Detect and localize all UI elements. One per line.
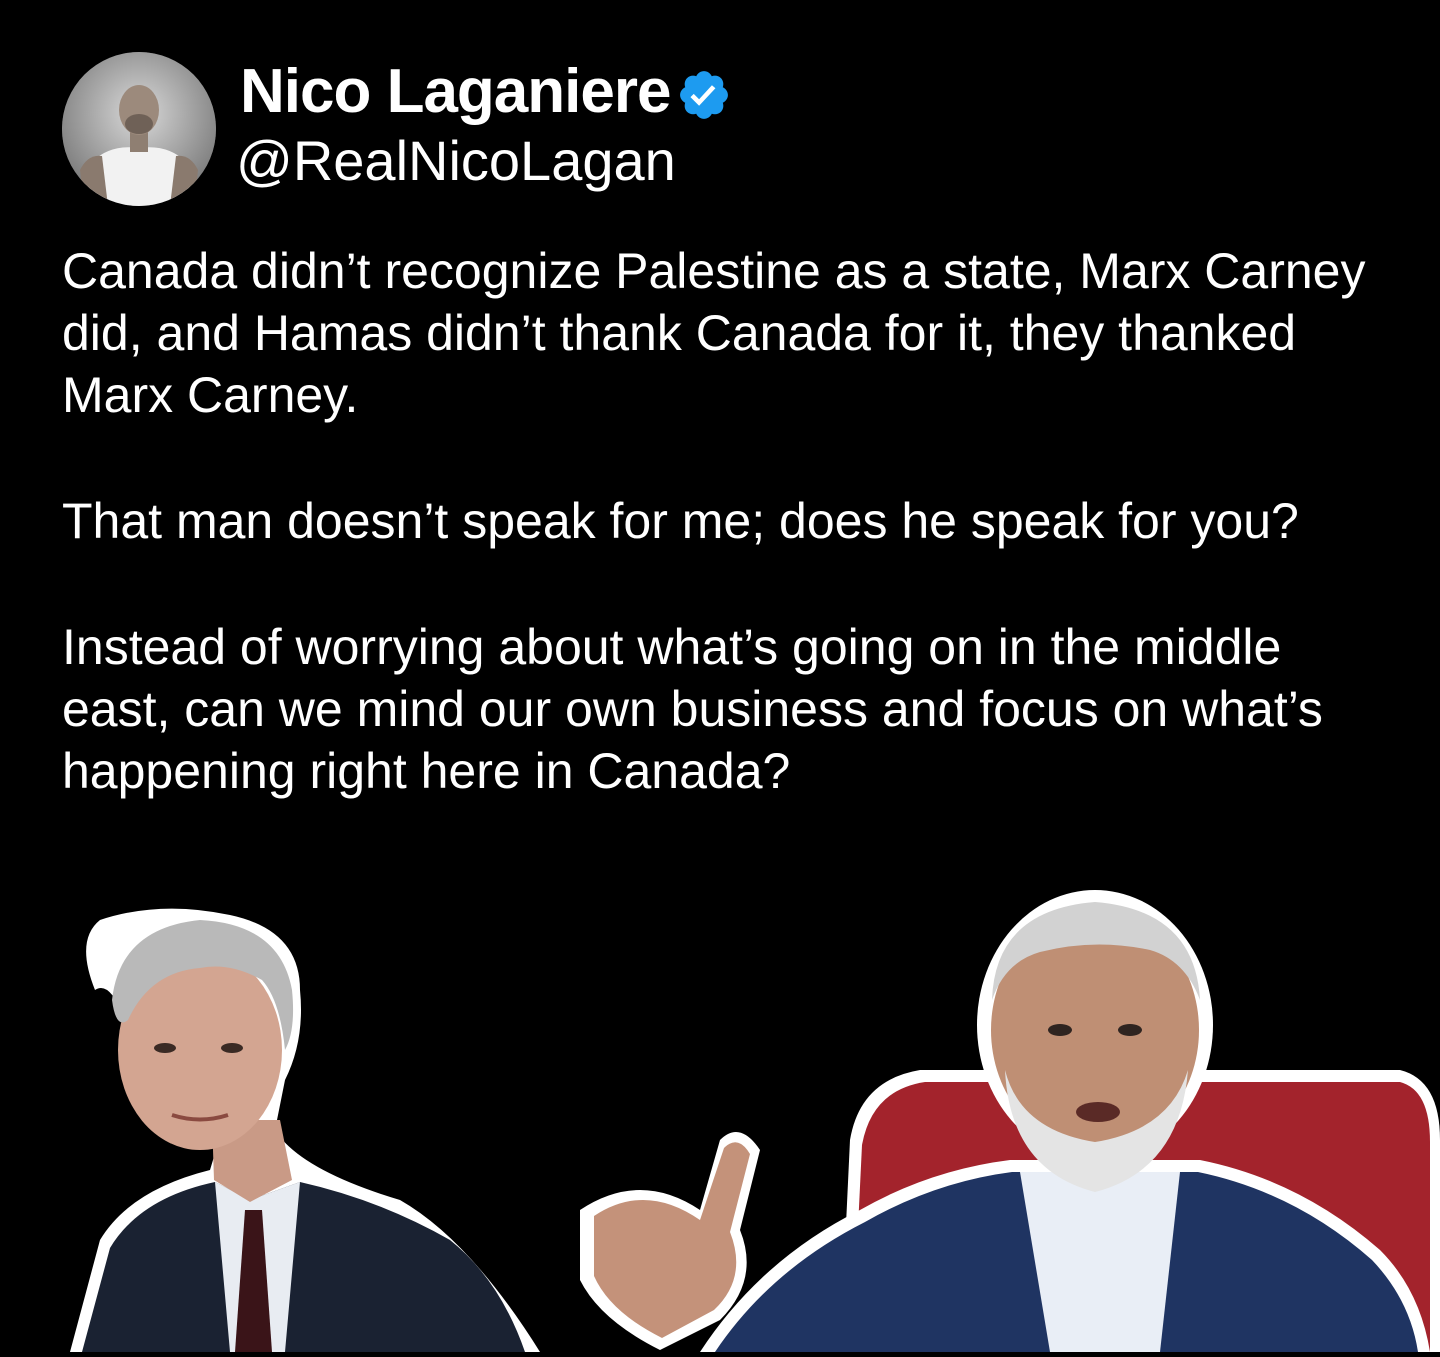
- tweet-paragraph-1: Canada didn’t recognize Palestine as a s…: [62, 243, 1366, 423]
- display-name-row: Nico Laganiere: [240, 56, 732, 128]
- media-image: [70, 890, 1440, 1352]
- avatar-photo: [62, 52, 216, 206]
- tweet-paragraph-2: That man doesn’t speak for me; does he s…: [62, 493, 1299, 549]
- tweet-paragraph-3: Instead of worrying about what’s going o…: [62, 619, 1323, 799]
- attached-photo[interactable]: [0, 880, 1440, 1352]
- display-name[interactable]: Nico Laganiere: [240, 56, 671, 128]
- tweet-text: Canada didn’t recognize Palestine as a s…: [62, 240, 1392, 866]
- avatar[interactable]: [62, 52, 216, 206]
- tweet-header: Nico Laganiere @RealNicoLagan: [62, 50, 1262, 210]
- user-handle[interactable]: @RealNicoLagan: [236, 128, 676, 194]
- right-person-cutout: [580, 890, 1440, 1352]
- left-person-cutout: [70, 908, 540, 1352]
- verified-badge-icon: [676, 67, 732, 123]
